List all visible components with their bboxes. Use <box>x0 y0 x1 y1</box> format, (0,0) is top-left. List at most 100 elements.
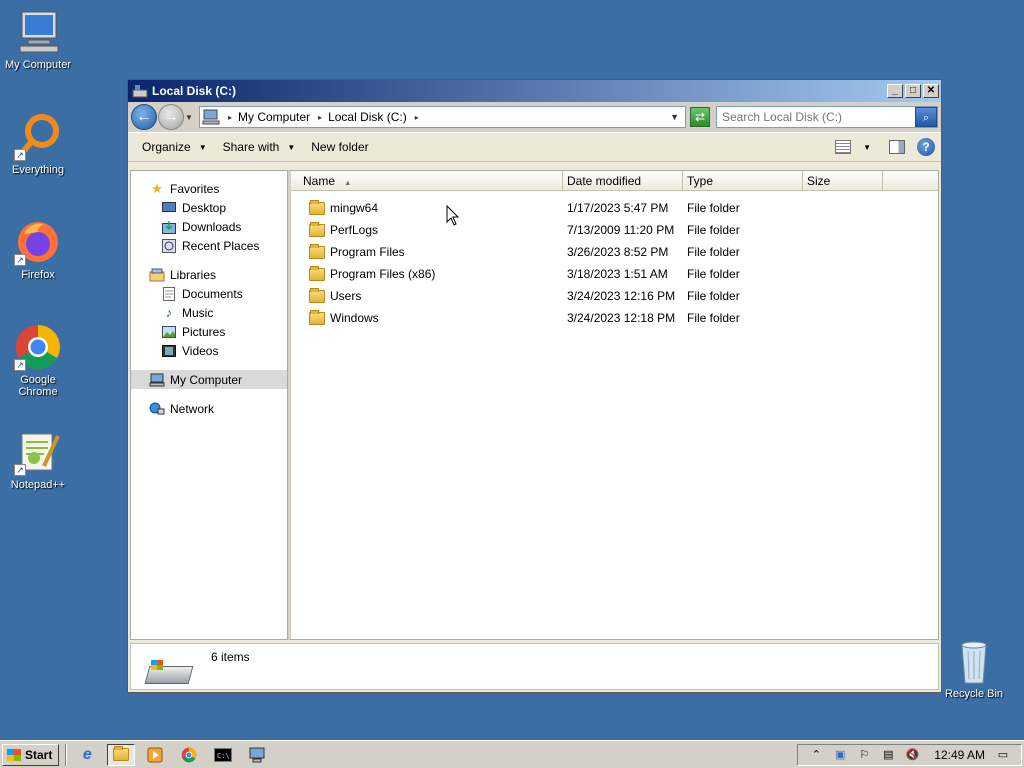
breadcrumb-local-disk[interactable]: Local Disk (C:) <box>328 110 407 124</box>
recent-pages-dropdown[interactable]: ▼ <box>185 113 195 122</box>
system-tray: ⌃ ▣ ⚐ ▤ 🔇 12:49 AM ▭ <box>797 743 1022 766</box>
nav-label: Favorites <box>170 181 220 196</box>
taskbar-explorer-button[interactable] <box>107 743 136 766</box>
start-button[interactable]: Start <box>2 743 60 766</box>
view-options-dropdown[interactable]: ▼ <box>863 143 871 152</box>
chevron-down-icon: ▼ <box>287 142 296 152</box>
search-box[interactable]: ⌕ <box>716 106 938 128</box>
desktop-icon-label: Google Chrome <box>18 374 58 398</box>
preview-pane-icon[interactable] <box>889 140 905 154</box>
refresh-button[interactable]: ⇄ <box>690 107 710 127</box>
show-hidden-icons-icon[interactable]: ⌃ <box>808 747 824 763</box>
column-label: Size <box>807 174 831 188</box>
file-date: 3/24/2023 12:18 PM <box>567 311 676 325</box>
desktop-icon-firefox[interactable]: ↗ Firefox <box>0 218 76 281</box>
change-view-icon[interactable] <box>835 140 852 154</box>
column-header-date-modified[interactable]: Date modified <box>563 171 683 190</box>
nav-favorites[interactable]: ★ Favorites <box>131 179 287 198</box>
taskbar-ie-button[interactable]: e <box>73 744 101 766</box>
title-bar[interactable]: Local Disk (C:) _ □ ✕ <box>128 80 941 102</box>
new-folder-button[interactable]: New folder <box>303 136 376 158</box>
drive-icon <box>132 85 148 98</box>
file-row[interactable]: Program Files (x86) 3/18/2023 1:51 AM Fi… <box>291 263 938 285</box>
file-date: 1/17/2023 5:47 PM <box>567 201 669 215</box>
organize-button[interactable]: Organize ▼ <box>134 136 215 158</box>
nav-my-computer[interactable]: My Computer <box>131 370 287 389</box>
file-row[interactable]: PerfLogs 7/13/2009 11:20 PM File folder <box>291 219 938 241</box>
back-button[interactable]: ← <box>131 104 157 130</box>
desktop-icon-my-computer[interactable]: My Computer <box>0 8 76 71</box>
desktop-icon-everything[interactable]: ↗ Everything <box>0 113 76 176</box>
close-button[interactable]: ✕ <box>923 84 939 98</box>
minimize-button[interactable]: _ <box>887 84 903 98</box>
address-history-dropdown[interactable]: ▼ <box>670 112 679 122</box>
shortcut-arrow-icon: ↗ <box>14 359 26 371</box>
file-row[interactable]: Users 3/24/2023 12:16 PM File folder <box>291 285 938 307</box>
chevron-right-icon[interactable]: ▸ <box>228 113 232 122</box>
file-list[interactable]: Name ▲ Date modified Type Size mingw64 1… <box>288 170 939 640</box>
navigation-pane[interactable]: ★ Favorites Desktop Downloads Recent Pla… <box>130 170 288 640</box>
file-row[interactable]: mingw64 1/17/2023 5:47 PM File folder <box>291 197 938 219</box>
breadcrumb-my-computer[interactable]: My Computer <box>238 110 310 124</box>
explorer-body: ★ Favorites Desktop Downloads Recent Pla… <box>130 170 939 640</box>
search-icon[interactable]: ⌕ <box>915 107 937 127</box>
nav-recent-places[interactable]: Recent Places <box>131 236 287 255</box>
nav-music[interactable]: ♪ Music <box>131 303 287 322</box>
nav-label: Libraries <box>170 267 217 282</box>
chevron-right-icon[interactable]: ▸ <box>415 113 419 122</box>
nav-network[interactable]: Network <box>131 399 287 418</box>
nav-videos[interactable]: Videos <box>131 341 287 360</box>
music-icon: ♪ <box>165 305 173 320</box>
everything-search-icon: ↗ <box>14 113 62 161</box>
column-header-size[interactable]: Size <box>803 171 883 190</box>
file-name: Program Files <box>330 245 405 259</box>
desktop-icon-chrome[interactable]: ↗ Google Chrome <box>0 323 76 398</box>
organize-label: Organize <box>142 140 191 154</box>
column-header-name[interactable]: Name ▲ <box>291 171 563 190</box>
nav-pictures[interactable]: Pictures <box>131 322 287 341</box>
volume-muted-icon[interactable]: 🔇 <box>904 747 920 763</box>
nav-libraries[interactable]: Libraries <box>131 265 287 284</box>
taskbar-chrome-button[interactable] <box>175 744 203 766</box>
desktop-icon-notepadpp[interactable]: ↗ Notepad++ <box>0 428 76 491</box>
nav-documents[interactable]: Documents <box>131 284 287 303</box>
clock[interactable]: 12:49 AM <box>934 748 985 762</box>
folder-icon <box>309 221 325 237</box>
taskbar-media-player-button[interactable] <box>141 744 169 766</box>
explorer-window: Local Disk (C:) _ □ ✕ ← → ▼ ▸ My Compute… <box>127 79 942 693</box>
column-label: Type <box>687 174 714 188</box>
column-headers: Name ▲ Date modified Type Size <box>291 171 938 191</box>
computer-icon <box>14 8 62 56</box>
file-date: 3/18/2023 1:51 AM <box>567 267 668 281</box>
file-type: File folder <box>687 245 740 259</box>
nav-label: Downloads <box>182 219 242 234</box>
star-icon: ★ <box>151 180 163 196</box>
file-date: 7/13/2009 11:20 PM <box>567 223 675 237</box>
forward-button[interactable]: → <box>158 104 184 130</box>
taskbar-remote-button[interactable] <box>243 744 271 766</box>
nav-desktop[interactable]: Desktop <box>131 198 287 217</box>
show-desktop-icon[interactable]: ▭ <box>995 747 1011 763</box>
column-header-type[interactable]: Type <box>683 171 803 190</box>
action-center-flag-icon[interactable]: ⚐ <box>856 747 872 763</box>
item-count: 6 items <box>211 650 250 664</box>
share-with-button[interactable]: Share with ▼ <box>215 136 304 158</box>
maximize-button[interactable]: □ <box>905 84 921 98</box>
taskbar: Start e C:\ ⌃ ▣ ⚐ ▤ 🔇 12:49 AM ▭ <box>0 740 1024 768</box>
taskbar-cmd-button[interactable]: C:\ <box>209 744 237 766</box>
chrome-icon <box>182 747 197 762</box>
help-icon[interactable]: ? <box>917 138 935 156</box>
address-bar[interactable]: ▸ My Computer ▸ Local Disk (C:) ▸ ▼ <box>199 106 686 128</box>
app-tray-icon[interactable]: ▣ <box>832 747 848 763</box>
column-label: Date modified <box>567 174 642 188</box>
file-row[interactable]: Windows 3/24/2023 12:18 PM File folder <box>291 307 938 329</box>
search-input[interactable] <box>717 110 913 124</box>
desktop-icon-recycle-bin[interactable]: Recycle Bin <box>936 637 1012 700</box>
nav-label: Videos <box>182 343 219 358</box>
nav-downloads[interactable]: Downloads <box>131 217 287 236</box>
mouse-cursor-icon <box>446 205 460 226</box>
network-tray-icon[interactable]: ▤ <box>880 747 896 763</box>
file-row[interactable]: Program Files 3/26/2023 8:52 PM File fol… <box>291 241 938 263</box>
desktop-icon <box>161 200 177 216</box>
chevron-right-icon[interactable]: ▸ <box>318 113 322 122</box>
